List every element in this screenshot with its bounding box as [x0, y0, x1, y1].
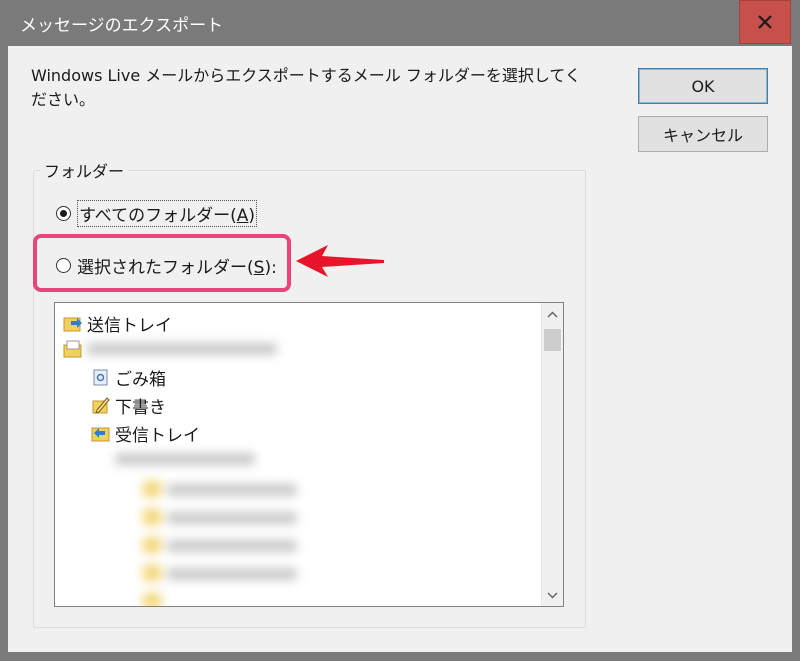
export-dialog: メッセージのエクスポート Windows Live メールからエクスポートするメ…: [0, 0, 800, 661]
folder-tree[interactable]: 送信トレイ ごみ箱 下書き 受信トレイ: [54, 302, 564, 607]
tree-item-drafts[interactable]: 下書き: [91, 393, 166, 418]
mail-account-icon: [63, 340, 82, 358]
scroll-thumb[interactable]: [544, 329, 561, 351]
all-folders-label: すべてのフォルダー(A): [77, 200, 258, 227]
cancel-button[interactable]: キャンセル: [638, 116, 768, 152]
selected-folders-radio[interactable]: [56, 258, 71, 273]
close-icon: [758, 15, 772, 29]
tree-item-account[interactable]: [63, 337, 277, 361]
ok-button[interactable]: OK: [638, 68, 768, 104]
inbox-folder-icon: [91, 427, 110, 442]
all-folders-radio-row[interactable]: すべてのフォルダー(A): [56, 200, 258, 227]
window-title: メッセージのエクスポート: [20, 16, 224, 36]
dialog-body: Windows Live メールからエクスポートするメール フォルダーを選択して…: [8, 46, 792, 652]
chevron-down-icon: [547, 592, 558, 598]
chevron-up-icon: [547, 311, 558, 317]
trash-icon: [93, 369, 108, 386]
title-bar[interactable]: メッセージのエクスポート: [0, 0, 800, 46]
outbox-folder-icon: [63, 317, 82, 332]
tree-item-trash[interactable]: ごみ箱: [91, 365, 166, 390]
tree-item-inbox[interactable]: 受信トレイ: [91, 421, 200, 446]
drafts-icon: [92, 397, 110, 414]
group-label: フォルダー: [40, 158, 129, 182]
tree-scrollbar[interactable]: [541, 303, 563, 606]
selected-folders-label: 選択されたフォルダー(S):: [77, 258, 277, 278]
selected-folders-radio-row[interactable]: 選択されたフォルダー(S):: [56, 253, 277, 278]
scroll-down-button[interactable]: [542, 584, 563, 606]
close-button[interactable]: [739, 0, 791, 44]
instruction-text: Windows Live メールからエクスポートするメール フォルダーを選択して…: [31, 66, 581, 109]
scroll-up-button[interactable]: [542, 303, 563, 325]
account-name-redacted: [87, 343, 277, 355]
tree-item-outbox[interactable]: 送信トレイ: [63, 311, 172, 336]
all-folders-radio[interactable]: [56, 206, 71, 221]
red-arrow-icon: [296, 245, 384, 277]
